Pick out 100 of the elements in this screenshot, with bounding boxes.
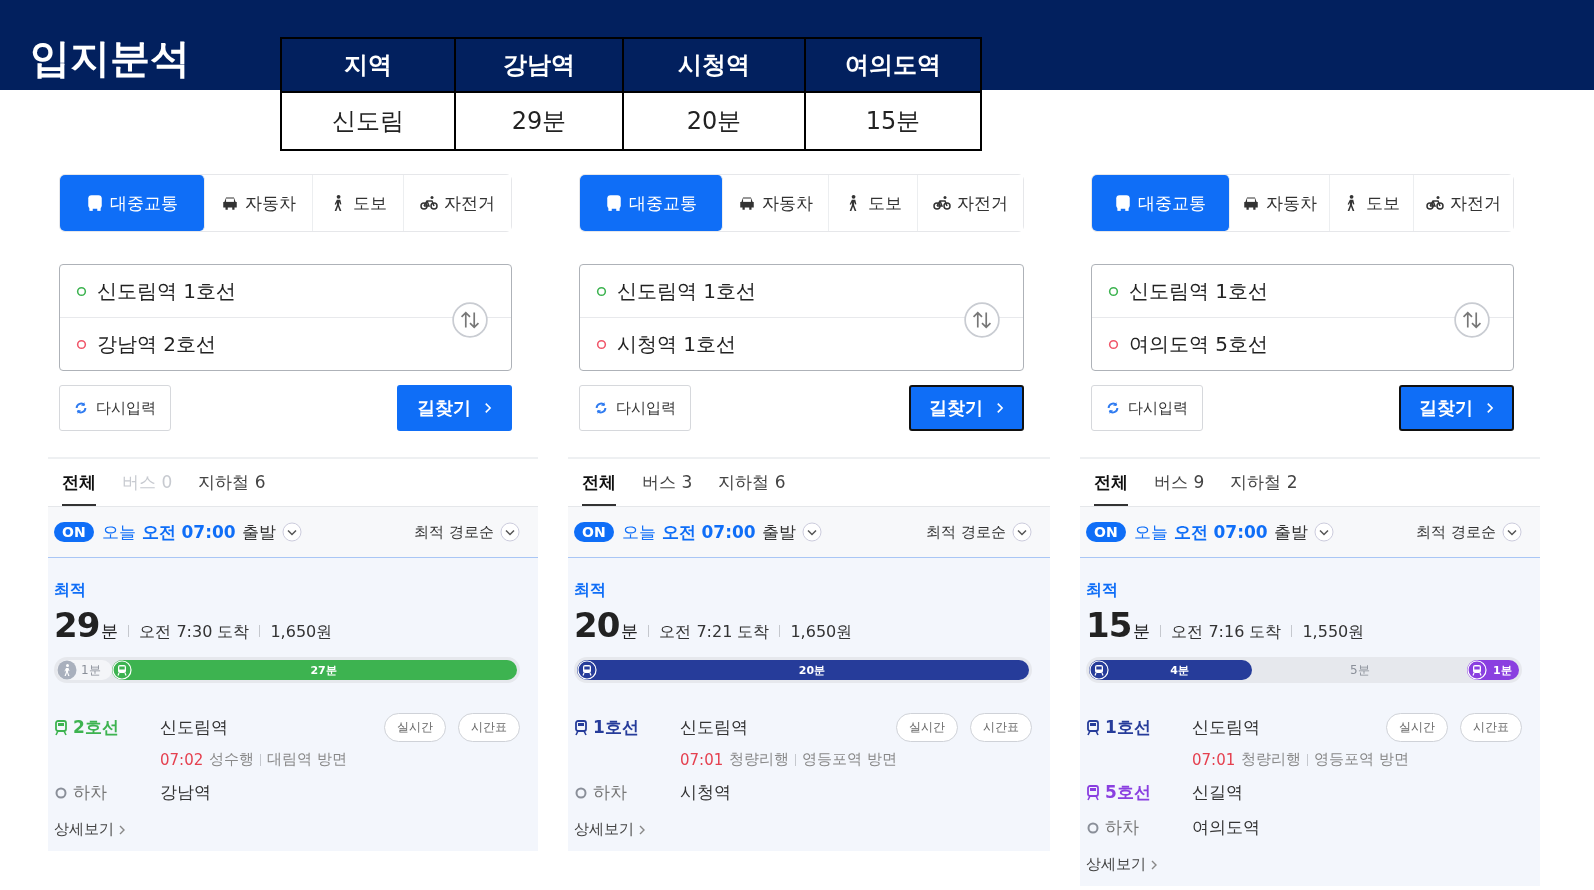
station-name: 신도림역 (680, 716, 748, 739)
car-icon (1241, 194, 1260, 212)
line-label: 하차 (73, 781, 107, 804)
chevron-right-icon (118, 823, 126, 836)
find-route-button[interactable]: 길찾기 (397, 385, 512, 431)
sort-option[interactable]: 최적 경로순 (1416, 522, 1496, 542)
station-name: 여의도역 (1192, 816, 1260, 839)
table-cell: 신도림 (281, 92, 455, 150)
duration-unit: 분 (621, 620, 639, 643)
start-point-icon (76, 285, 87, 297)
result-tab[interactable]: 지하철 6 (198, 459, 266, 506)
slide-title: 입지분석 (30, 34, 190, 83)
schedule-button[interactable]: 실시간 (896, 713, 958, 742)
refresh-icon (1106, 401, 1120, 415)
departure-time: 오전 07:00 (141, 520, 236, 544)
dropdown-chevron-icon[interactable] (1012, 522, 1032, 542)
swap-button-icon[interactable] (1453, 301, 1491, 339)
duration-unit: 분 (1133, 620, 1151, 643)
find-route-button[interactable]: 길찾기 (909, 385, 1024, 431)
end-point-icon (76, 338, 87, 350)
train-direction: 영등포역 방면 (1314, 750, 1409, 769)
sort-option[interactable]: 최적 경로순 (926, 522, 1006, 542)
table-header-cell: 시청역 (623, 38, 805, 92)
arrival-time: 오전 7:30 도착 (139, 622, 250, 643)
sort-option[interactable]: 최적 경로순 (414, 522, 494, 542)
duration-value: 20 (574, 605, 620, 645)
departure-time: 07:01 (680, 750, 724, 769)
chevron-right-icon (483, 401, 492, 415)
reset-button[interactable]: 다시입력 (59, 385, 171, 431)
origin-field[interactable]: 신도림역 1호선 (60, 265, 511, 317)
end-point-icon (1108, 338, 1119, 350)
arrival-time: 오전 7:21 도착 (659, 622, 770, 643)
segment-duration: 1분 (1491, 662, 1513, 678)
on-toggle[interactable]: ON (54, 522, 94, 542)
line-label: 하차 (1105, 816, 1139, 839)
bus-icon (1114, 194, 1133, 212)
schedule-button[interactable]: 시간표 (458, 713, 520, 742)
dropdown-chevron-icon[interactable] (500, 522, 520, 542)
chevron-right-icon (995, 401, 1004, 415)
details-link[interactable]: 상세보기 (1086, 855, 1522, 874)
train-icon (1086, 719, 1100, 736)
best-route-label: 최적 (574, 580, 607, 601)
train-icon (574, 719, 588, 736)
dropdown-chevron-icon[interactable] (1313, 522, 1334, 542)
segment-duration: 27분 (309, 662, 338, 678)
table-header-cell: 강남역 (455, 38, 623, 92)
schedule-button[interactable]: 실시간 (384, 713, 446, 742)
start-point-icon (1108, 285, 1119, 297)
bus-icon (86, 194, 104, 212)
table-cell: 15분 (805, 92, 981, 150)
station-name: 신도림역 (1192, 716, 1260, 739)
segment-duration: 20분 (797, 662, 827, 678)
station-name: 신도림역 (160, 716, 228, 739)
mode-tab[interactable]: 대중교통 (1092, 175, 1230, 231)
details-link[interactable]: 상세보기 (54, 820, 520, 839)
dropdown-chevron-icon[interactable] (1502, 522, 1522, 542)
dropdown-chevron-icon[interactable] (801, 522, 822, 542)
table-header-cell: 지역 (281, 38, 455, 92)
schedule-button[interactable]: 시간표 (970, 713, 1032, 742)
train-direction: 대림역 방면 (267, 750, 347, 769)
swap-button-icon[interactable] (451, 301, 489, 339)
reset-button[interactable]: 다시입력 (579, 385, 691, 431)
result-tab[interactable]: 지하철 6 (718, 459, 786, 506)
train-icon (54, 719, 68, 736)
segment-duration: 5분 (1350, 661, 1370, 679)
on-toggle[interactable]: ON (574, 522, 614, 542)
train-direction: 영등포역 방면 (802, 750, 897, 769)
station-name: 시청역 (680, 781, 731, 804)
bicycle-icon (420, 194, 438, 212)
origin-field[interactable]: 신도림역 1호선 (580, 265, 1023, 317)
reset-button[interactable]: 다시입력 (1091, 385, 1203, 431)
start-point-icon (596, 285, 607, 297)
on-toggle[interactable]: ON (1086, 522, 1126, 542)
result-tab[interactable]: 버스 9 (1154, 459, 1205, 506)
line-label: 2호선 (73, 716, 119, 739)
mode-tab[interactable]: 대중교통 (580, 175, 723, 231)
chevron-right-icon (1150, 858, 1158, 871)
departure-day: 오늘 (1133, 520, 1168, 544)
duration-value: 15 (1086, 605, 1132, 645)
departure-time: 07:02 (160, 750, 204, 769)
dropdown-chevron-icon[interactable] (281, 522, 302, 542)
train-destination: 청량리행 (1241, 750, 1302, 769)
line-label: 하차 (593, 781, 627, 804)
result-tab[interactable]: 지하철 2 (1230, 459, 1298, 506)
duration-unit: 분 (101, 620, 119, 643)
result-tab[interactable]: 버스 3 (642, 459, 693, 506)
fare: 1,650원 (790, 622, 853, 643)
station-name: 강남역 (160, 781, 211, 804)
find-route-button[interactable]: 길찾기 (1399, 385, 1514, 431)
schedule-button[interactable]: 시간표 (1460, 713, 1522, 742)
swap-button-icon[interactable] (963, 301, 1001, 339)
chevron-right-icon (638, 823, 646, 836)
details-link[interactable]: 상세보기 (574, 820, 1032, 839)
schedule-button[interactable]: 실시간 (1386, 713, 1448, 742)
station-name: 신길역 (1192, 781, 1243, 804)
car-icon (738, 194, 756, 212)
bus-icon (605, 194, 623, 212)
mode-tab[interactable]: 대중교통 (60, 175, 205, 231)
origin-field[interactable]: 신도림역 1호선 (1092, 265, 1513, 317)
departure-time: 오전 07:00 (1173, 520, 1268, 544)
